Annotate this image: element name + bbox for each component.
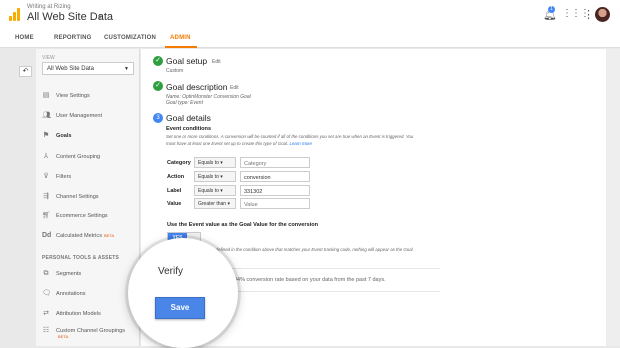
save-button[interactable]: Save xyxy=(155,297,205,319)
category-input[interactable] xyxy=(240,157,310,168)
main-nav: HOME REPORTING CUSTOMIZATION ADMIN xyxy=(0,30,620,48)
event-conditions-help-2: must have at least one Event set up to c… xyxy=(166,141,312,146)
label-operator-select[interactable]: Equals to ▾ xyxy=(194,185,236,196)
sidebar-item-label: Goals xyxy=(56,132,72,139)
attribution-icon: ⇄ xyxy=(43,310,49,317)
personal-tools-heading: PERSONAL TOOLS & ASSETS xyxy=(42,255,120,261)
analytics-logo[interactable] xyxy=(9,8,21,21)
sidebar-item-label: User Management xyxy=(56,112,103,119)
event-conditions-help: Set one or more conditions. A conversion… xyxy=(166,134,414,139)
sidebar-item-label: Calculated Metrics xyxy=(56,232,103,239)
label-input[interactable] xyxy=(240,185,310,196)
check-icon: ✓ xyxy=(153,56,163,66)
view-select[interactable]: All Web Site Data ▼ xyxy=(42,62,134,75)
annotation-icon: 🗨︎ xyxy=(42,290,51,297)
tab-customization[interactable]: CUSTOMIZATION xyxy=(104,35,156,41)
sidebar-item-calculated-metrics[interactable]: Dd Calculated Metrics BETA xyxy=(42,232,114,239)
verify-result-text: 04% conversion rate based on your data f… xyxy=(234,277,386,283)
view-select-value: All Web Site Data xyxy=(47,66,94,72)
goal-description-title: Goal description xyxy=(166,82,228,92)
goal-type: Goal type: Event xyxy=(166,100,203,106)
sidebar-item-custom-channel-groupings[interactable]: ☷ Custom Channel Groupings BETA xyxy=(42,327,125,340)
sidebar-item-content-grouping[interactable]: ⅄ Content Grouping xyxy=(42,153,100,160)
sidebar-item-label: View Settings xyxy=(56,92,90,99)
goal-setup-value: Custom xyxy=(166,68,184,74)
condition-label-action: Action xyxy=(167,174,185,180)
goal-setup-edit-link[interactable]: Edit xyxy=(212,59,221,65)
channel-icon: ⇶ xyxy=(43,193,49,200)
left-gutter xyxy=(0,49,36,346)
condition-label-category: Category xyxy=(167,160,191,166)
action-operator-select[interactable]: Equals to ▾ xyxy=(194,171,236,182)
tab-home[interactable]: HOME xyxy=(15,35,34,41)
sidebar-item-segments[interactable]: ⧉ Segments xyxy=(42,270,82,277)
magnifier-overlay xyxy=(128,238,238,348)
sidebar-item-filters[interactable]: ⊽ Filters xyxy=(42,173,71,180)
sidebar-item-user-management[interactable]: 👥︎ User Management xyxy=(42,112,102,119)
active-tab-indicator xyxy=(165,46,197,48)
condition-label-label: Label xyxy=(167,188,182,194)
sidebar-item-label: Annotations xyxy=(56,290,86,297)
chevron-down-icon: ▼ xyxy=(124,66,129,72)
sidebar-item-annotations[interactable]: 🗨︎ Annotations xyxy=(42,290,86,297)
more-vert-icon[interactable]: ⋮ xyxy=(583,8,594,21)
sidebar-item-label: Ecommerce Settings xyxy=(56,212,108,219)
sidebar-item-attribution-models[interactable]: ⇄ Attribution Models xyxy=(42,310,101,317)
sidebar-item-label: Content Grouping xyxy=(56,153,101,160)
sidebar-item-label: Segments xyxy=(56,270,82,277)
account-name-small: Writing at Rizing xyxy=(27,4,71,10)
cart-icon: 🛒︎ xyxy=(42,212,51,219)
back-arrow-icon[interactable]: ↶ xyxy=(19,66,32,77)
top-bar: Writing at Rizing All Web Site Data ▼ 🔔︎… xyxy=(0,0,620,30)
value-operator-select[interactable]: Greater than ▾ xyxy=(194,198,236,209)
tab-admin[interactable]: ADMIN xyxy=(170,35,191,41)
sidebar-item-channel-settings[interactable]: ⇶ Channel Settings xyxy=(42,193,99,200)
verify-goal-link[interactable]: Verify xyxy=(158,266,183,277)
document-icon: ▤ xyxy=(42,92,50,99)
goal-setup-title: Goal setup xyxy=(166,56,208,66)
avatar[interactable] xyxy=(595,7,610,22)
goal-description-edit-link[interactable]: Edit xyxy=(230,85,239,91)
hierarchy-icon: ⅄ xyxy=(43,153,49,160)
scrollbar[interactable] xyxy=(606,49,620,346)
dd-icon: Dd xyxy=(42,232,52,239)
view-label: VIEW xyxy=(42,55,55,61)
sidebar-item-label: Channel Settings xyxy=(56,193,99,200)
learn-more-link[interactable]: Learn more xyxy=(290,141,312,146)
channel-group-icon: ☷ xyxy=(42,327,50,334)
caret-down-icon[interactable]: ▼ xyxy=(97,15,103,21)
flag-icon: ⚑ xyxy=(42,132,50,139)
tab-reporting[interactable]: REPORTING xyxy=(54,35,91,41)
sidebar-item-label: Attribution Models xyxy=(56,310,101,317)
beta-badge: BETA xyxy=(58,334,69,339)
sidebar-item-ecommerce-settings[interactable]: 🛒︎ Ecommerce Settings xyxy=(42,212,108,219)
segments-icon: ⧉ xyxy=(43,270,49,277)
sidebar-item-label: Filters xyxy=(56,173,72,180)
users-icon: 👥︎ xyxy=(42,112,51,119)
step-number: 3 xyxy=(153,113,163,123)
notification-badge: 1 xyxy=(548,6,555,13)
condition-label-value: Value xyxy=(167,201,182,207)
filter-icon: ⊽ xyxy=(43,173,49,180)
event-conditions-heading: Event conditions xyxy=(166,126,212,132)
beta-badge: BETA xyxy=(104,232,115,238)
check-icon: ✓ xyxy=(153,81,163,91)
sidebar-item-goals[interactable]: ⚑ Goals xyxy=(42,132,72,139)
sidebar-item-view-settings[interactable]: ▤ View Settings xyxy=(42,92,90,99)
action-input[interactable] xyxy=(240,171,310,182)
goal-details-title: Goal details xyxy=(166,113,211,123)
use-event-value-heading: Use the Event value as the Goal Value fo… xyxy=(167,222,319,228)
category-operator-select[interactable]: Equals to ▾ xyxy=(194,157,236,168)
value-input[interactable] xyxy=(240,198,310,209)
